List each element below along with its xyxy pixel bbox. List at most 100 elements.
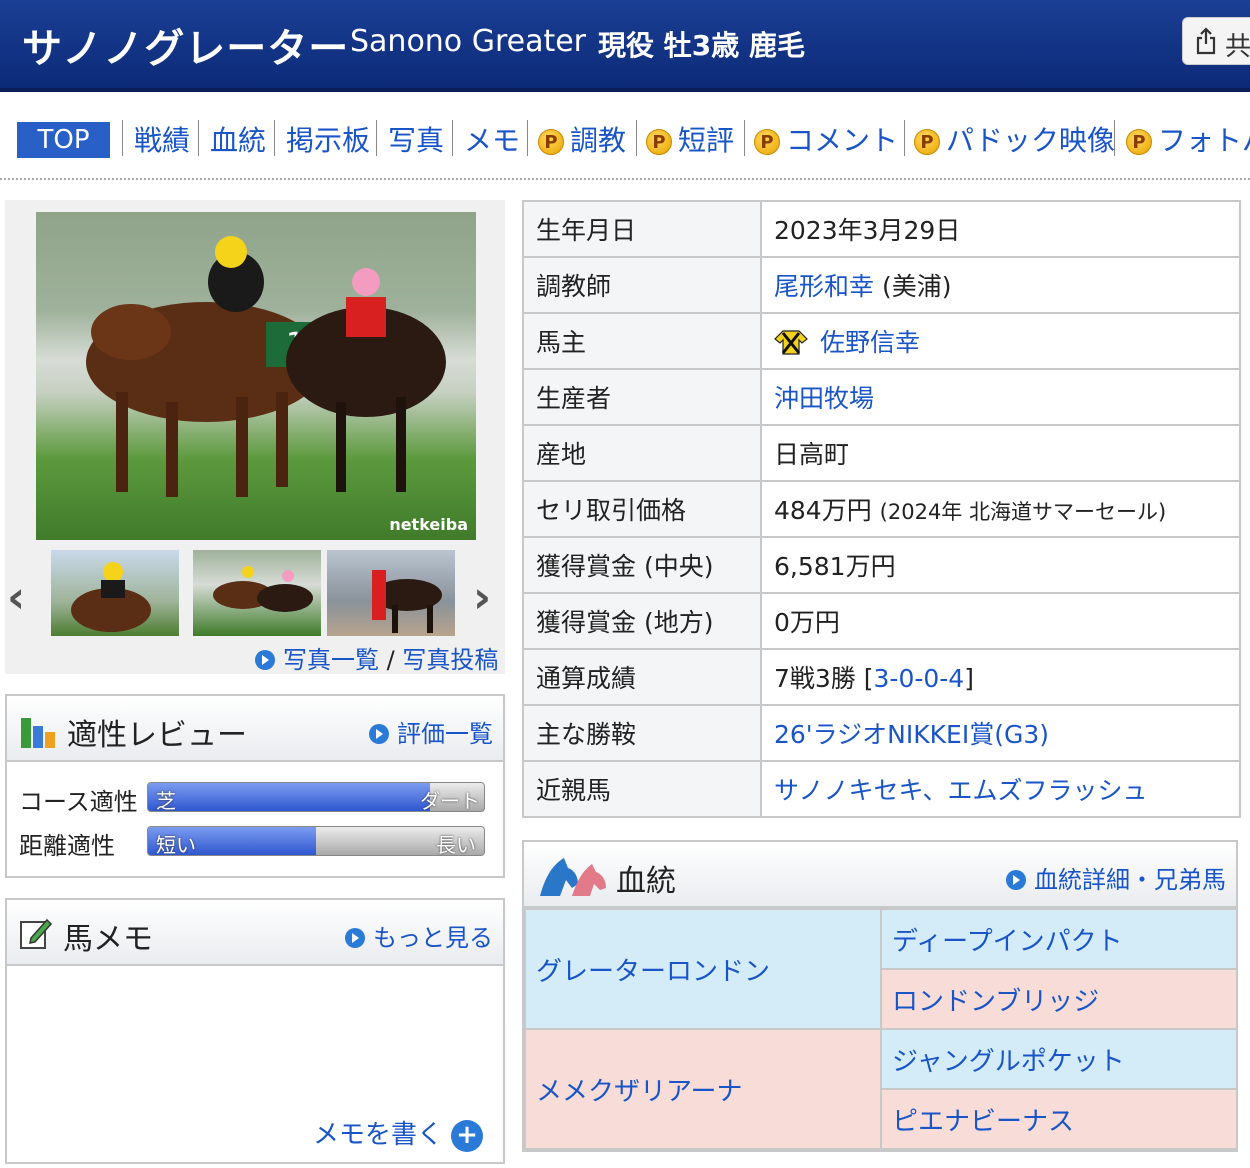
profile-key: 獲得賞金 (中央) xyxy=(522,536,762,594)
nav-divider xyxy=(527,120,528,156)
tab-board[interactable]: 掲示板 xyxy=(286,119,370,159)
profile-value: 0万円 xyxy=(760,592,1241,650)
profile-key: 獲得賞金 (地方) xyxy=(522,592,762,650)
profile-value-link[interactable]: 佐野信幸 xyxy=(820,328,920,357)
nav-divider xyxy=(1114,120,1115,156)
profile-value: 沖田牧場 xyxy=(760,368,1241,426)
horse-status: 現役 牡3歳 鹿毛 xyxy=(598,29,805,62)
pedigree-dam-sire[interactable]: ジャングルポケット xyxy=(880,1028,1238,1090)
pedigree-sire-dam[interactable]: ロンドンブリッジ xyxy=(880,968,1238,1030)
nav-divider xyxy=(744,120,745,156)
photo-prev-arrow[interactable]: ‹ xyxy=(7,572,25,623)
profile-key: 生産者 xyxy=(522,368,762,426)
pedigree-title: 血統 xyxy=(616,864,676,899)
distance-aptitude-label: 距離適性 xyxy=(19,832,115,860)
memo-more-link[interactable]: もっと見る xyxy=(345,918,493,953)
profile-value-link[interactable]: 3-0-0-4 xyxy=(874,664,965,693)
profile-value: 日高町 xyxy=(760,424,1241,482)
pedigree-sire-sire[interactable]: ディープインパクト xyxy=(880,908,1238,970)
premium-badge-icon: P xyxy=(914,129,940,155)
profile-value-text: 484万円 xyxy=(774,496,880,525)
profile-row: 通算成績 7戦3勝 [3-0-0-4] xyxy=(522,648,1241,706)
profile-value: 尾形和幸 (美浦) xyxy=(760,256,1241,314)
profile-key: 近親馬 xyxy=(522,760,762,818)
share-icon xyxy=(1196,27,1216,55)
profile-value: 7戦3勝 [3-0-0-4] xyxy=(760,648,1241,706)
pedigree-dam-dam[interactable]: ピエナビーナス xyxy=(880,1088,1238,1150)
course-right-label: ダート xyxy=(420,789,480,812)
pedigree-dam[interactable]: メメクザリアーナ xyxy=(524,1028,882,1150)
tab-photo-paddock[interactable]: Pフォトパ xyxy=(1126,119,1250,159)
profile-value-link[interactable]: 26'ラジオNIKKEI賞(G3) xyxy=(774,720,1049,749)
nav-divider xyxy=(376,120,377,156)
plus-icon: + xyxy=(451,1120,484,1152)
profile-key: 調教師 xyxy=(522,256,762,314)
nav-divider xyxy=(274,120,275,156)
profile-key: 通算成績 xyxy=(522,648,762,706)
tab-nav: TOP 戦績 血統 掲示板 写真 メモ P 調教 P 短評 P コメント P パドック映… xyxy=(0,96,1250,180)
profile-value-link[interactable]: 尾形和幸 xyxy=(774,272,874,301)
profile-key: 産地 xyxy=(522,424,762,482)
profile-value-text: 日高町 xyxy=(774,440,850,469)
photo-list-link[interactable]: 写真一覧 xyxy=(283,646,379,674)
profile-row: 獲得賞金 (地方) 0万円 xyxy=(522,592,1241,650)
photo-thumb-1[interactable] xyxy=(51,550,179,636)
pedigree-detail-link[interactable]: 血統詳細・兄弟馬 xyxy=(1006,860,1226,895)
course-aptitude-fill xyxy=(148,783,431,811)
photo-panel: 13 netkeiba ‹ › 写真一覧 / 写真投稿 xyxy=(5,200,505,674)
profile-key: 生年月日 xyxy=(522,200,762,258)
tab-photos[interactable]: 写真 xyxy=(388,119,444,159)
tab-memo[interactable]: メモ xyxy=(464,119,520,159)
profile-value: サノノキセキ、エムズフラッシュ xyxy=(760,760,1241,818)
profile-value-text: 7戦3勝 [ xyxy=(774,664,874,693)
photo-post-link[interactable]: 写真投稿 xyxy=(402,646,498,674)
photo-next-arrow[interactable]: › xyxy=(473,572,491,623)
link-arrow-icon xyxy=(255,650,275,670)
profile-value-note: (2024年 北海道サマーセール) xyxy=(879,500,1167,524)
profile-row: 産地 日高町 xyxy=(522,424,1241,482)
pedigree-sire[interactable]: グレーターロンドン xyxy=(524,908,882,1030)
profile-value: 佐野信幸 xyxy=(760,312,1241,370)
tab-paddock-video[interactable]: P パドック映像 xyxy=(914,119,1115,159)
tab-training[interactable]: P 調教 xyxy=(538,119,626,159)
main-photo[interactable]: 13 netkeiba xyxy=(36,212,476,540)
profile-value-text: 0万円 xyxy=(774,608,840,637)
nav-divider xyxy=(122,120,123,156)
distance-right-label: 長い xyxy=(436,833,476,856)
tab-top[interactable]: TOP xyxy=(17,122,110,158)
write-memo-button[interactable]: メモを書く + xyxy=(313,1114,484,1152)
premium-badge-icon: P xyxy=(646,129,672,155)
profile-value-text: 2023年3月29日 xyxy=(774,216,961,245)
horse-memo-title: 馬メモ xyxy=(63,922,153,957)
link-separator: / xyxy=(386,646,395,674)
course-aptitude-label: コース適性 xyxy=(19,788,138,816)
horse-memo-header: 馬メモ もっと見る xyxy=(7,900,503,966)
tab-results[interactable]: 戦績 xyxy=(134,119,190,159)
course-left-label: 芝 xyxy=(156,789,176,812)
profile-value-link[interactable]: サノノキセキ、エムズフラッシュ xyxy=(774,776,1148,805)
premium-badge-icon: P xyxy=(754,129,780,155)
photo-thumb-2[interactable] xyxy=(193,550,321,636)
profile-key: セリ取引価格 xyxy=(522,480,762,538)
tab-pedigree[interactable]: 血統 xyxy=(210,119,266,159)
profile-row: セリ取引価格 484万円 (2024年 北海道サマーセール) xyxy=(522,480,1241,538)
profile-row: 馬主 佐野信幸 xyxy=(522,312,1241,370)
profile-value: 6,581万円 xyxy=(760,536,1241,594)
tab-comment[interactable]: P コメント xyxy=(754,119,898,159)
nav-divider xyxy=(452,120,453,156)
profile-row: 近親馬 サノノキセキ、エムズフラッシュ xyxy=(522,760,1241,818)
profile-row: 生産者 沖田牧場 xyxy=(522,368,1241,426)
nav-divider xyxy=(904,120,905,156)
photo-thumb-3[interactable] xyxy=(327,550,455,636)
rating-list-link[interactable]: 評価一覧 xyxy=(369,714,493,749)
pedigree-panel: 血統 血統詳細・兄弟馬 グレーターロンドン ディープインパクト ロンドンブリッジ… xyxy=(522,840,1238,1152)
profile-row: 生年月日 2023年3月29日 xyxy=(522,200,1241,258)
horse-heads-icon xyxy=(540,858,606,896)
profile-value-text: (美浦) xyxy=(874,272,952,301)
distance-aptitude-bar: 短い 長い xyxy=(147,826,485,856)
profile-value-link[interactable]: 沖田牧場 xyxy=(774,384,874,413)
aptitude-review-panel: 適性レビュー 評価一覧 コース適性 芝 ダート 距離適性 短い 長い xyxy=(5,694,505,878)
share-button[interactable]: 共 xyxy=(1182,17,1250,65)
course-aptitude-bar: 芝 ダート xyxy=(147,782,485,812)
tab-review[interactable]: P 短評 xyxy=(646,119,734,159)
